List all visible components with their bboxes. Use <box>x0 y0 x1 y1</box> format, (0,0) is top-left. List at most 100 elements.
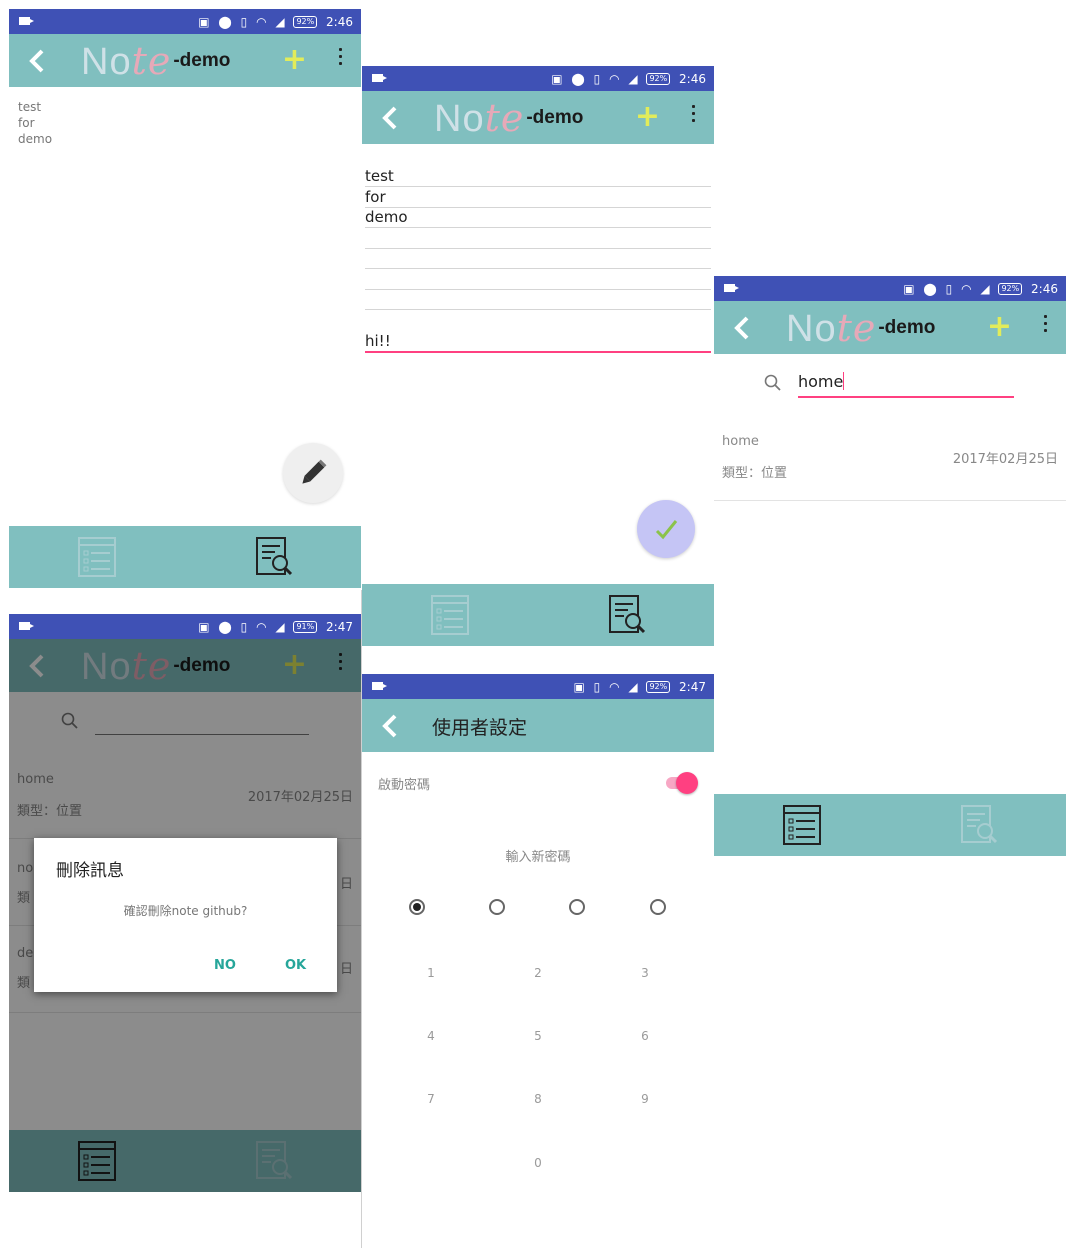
editor-line[interactable]: demo <box>365 207 711 228</box>
screen-note-edit: ▣ ⬤ ▯ ◠ ◢ 92% 2:46 Note -demo + test for … <box>362 66 714 646</box>
note-body: test for demo <box>18 99 52 147</box>
overflow-menu-icon[interactable] <box>339 48 343 70</box>
keypad-key-5[interactable]: 5 <box>523 1029 553 1043</box>
clock: 2:47 <box>679 679 706 694</box>
vibrate-icon: ▯ <box>593 71 601 86</box>
app-logo: Note -demo <box>786 306 935 351</box>
video-icon <box>724 284 739 292</box>
cast-icon: ▣ <box>551 71 563 86</box>
battery-icon: 92% <box>998 282 1023 295</box>
vibrate-icon: ▯ <box>240 14 248 29</box>
password-toggle[interactable] <box>664 772 698 794</box>
keypad-key-1[interactable]: 1 <box>416 966 446 980</box>
dialog-no-button[interactable]: NO <box>214 958 236 973</box>
keypad-key-2[interactable]: 2 <box>523 966 553 980</box>
search-notes-icon[interactable] <box>960 804 1000 846</box>
wifi-icon: ◠ <box>609 71 620 86</box>
pin-dot-empty <box>650 899 666 915</box>
note-list-icon[interactable] <box>782 804 822 846</box>
bottom-nav <box>362 584 714 646</box>
back-arrow-icon[interactable] <box>380 713 402 739</box>
editor-line[interactable] <box>365 248 711 269</box>
note-list-icon[interactable] <box>430 594 470 636</box>
pin-dot-empty <box>569 899 585 915</box>
app-bar: Note -demo + <box>9 34 361 87</box>
location-icon: ⬤ <box>923 281 937 296</box>
status-icons: ▣ ⬤ ▯ ◠ ◢ 92% 2:46 <box>193 13 353 30</box>
keypad-key-7[interactable]: 7 <box>416 1092 446 1106</box>
editor-line-active[interactable]: hi!! <box>365 331 711 353</box>
check-icon <box>655 520 678 540</box>
battery-icon: 92% <box>646 72 671 85</box>
add-button[interactable]: + <box>635 102 660 132</box>
logo-text-part1: No <box>786 308 837 350</box>
logo-text-part2: te <box>836 306 877 350</box>
logo-text-part2: te <box>484 96 525 140</box>
back-arrow-icon[interactable] <box>27 48 49 74</box>
search-icon <box>764 374 781 391</box>
keypad-key-8[interactable]: 8 <box>523 1092 553 1106</box>
search-input[interactable]: home <box>798 370 1014 398</box>
status-bar: ▣ ⬤ ▯ ◠ ◢ 91% 2:47 <box>9 614 361 639</box>
app-bar: 使用者設定 <box>362 699 714 752</box>
keypad-key-6[interactable]: 6 <box>630 1029 660 1043</box>
editor-line[interactable]: for <box>365 187 711 208</box>
wifi-icon: ◠ <box>609 679 620 694</box>
cast-icon: ▣ <box>198 14 210 29</box>
editor-line[interactable] <box>365 289 711 310</box>
overflow-menu-icon[interactable] <box>1044 315 1048 337</box>
status-icons: ▣ ⬤ ▯ ◠ ◢ 92% 2:46 <box>546 70 706 87</box>
editor-line[interactable]: test <box>365 166 711 187</box>
location-icon: ⬤ <box>218 14 232 29</box>
cast-icon: ▣ <box>198 619 210 634</box>
vibrate-icon: ▯ <box>593 679 601 694</box>
screen-user-settings: ▣ ▯ ◠ ◢ 92% 2:47 使用者設定 啟動密碼 輸入新密碼 1 2 3 … <box>362 674 714 1248</box>
logo-text-part2: te <box>131 39 172 83</box>
status-bar: ▣ ⬤ ▯ ◠ ◢ 92% 2:46 <box>9 9 361 34</box>
note-line: for <box>18 116 35 130</box>
dialog-message: 確認刪除note github? <box>123 904 248 918</box>
keypad-key-9[interactable]: 9 <box>630 1092 660 1106</box>
edit-fab[interactable] <box>283 443 343 503</box>
result-title: home <box>722 434 759 449</box>
back-arrow-icon[interactable] <box>380 105 402 131</box>
screen-note-view: ▣ ⬤ ▯ ◠ ◢ 92% 2:46 Note -demo + test for … <box>9 9 361 589</box>
status-bar: ▣ ▯ ◠ ◢ 92% 2:47 <box>362 674 714 699</box>
overflow-menu-icon[interactable] <box>692 105 696 127</box>
logo-text-part1: No <box>434 98 485 140</box>
dialog-title: 刪除訊息 <box>56 861 124 881</box>
bottom-nav <box>9 526 361 588</box>
note-line: test <box>18 100 42 114</box>
wifi-icon: ◠ <box>256 619 267 634</box>
dialog-ok-button[interactable]: OK <box>285 958 306 973</box>
logo-suffix: -demo <box>878 317 936 338</box>
location-icon: ⬤ <box>571 71 585 86</box>
keypad-key-3[interactable]: 3 <box>630 966 660 980</box>
editor-line[interactable] <box>365 228 711 249</box>
add-button[interactable]: + <box>282 45 307 75</box>
back-arrow-icon[interactable] <box>732 315 754 341</box>
pencil-icon <box>302 459 327 484</box>
logo-suffix: -demo <box>526 107 584 128</box>
page-title: 使用者設定 <box>432 717 528 739</box>
app-logo: Note -demo <box>81 39 230 84</box>
result-date: 2017年02月25日 <box>952 452 1058 467</box>
video-icon <box>372 74 387 82</box>
video-icon <box>19 17 34 25</box>
pin-dot-empty <box>489 899 505 915</box>
search-notes-icon[interactable] <box>608 594 648 636</box>
editor-line[interactable] <box>365 269 711 290</box>
keypad-key-4[interactable]: 4 <box>416 1029 446 1043</box>
signal-icon: ◢ <box>980 281 990 296</box>
note-list-icon[interactable] <box>77 536 117 578</box>
status-icons: ▣ ⬤ ▯ ◠ ◢ 92% 2:46 <box>898 280 1058 297</box>
add-button[interactable]: + <box>987 312 1012 342</box>
status-bar: ▣ ⬤ ▯ ◠ ◢ 92% 2:46 <box>714 276 1066 301</box>
signal-icon: ◢ <box>628 71 638 86</box>
text-cursor <box>843 372 845 390</box>
clock: 2:46 <box>679 71 706 86</box>
keypad-key-0[interactable]: 0 <box>523 1156 553 1170</box>
search-result-row[interactable]: home 類型：位置 2017年02月25日 <box>714 424 1066 501</box>
save-fab[interactable] <box>637 500 695 558</box>
search-notes-icon[interactable] <box>255 536 295 578</box>
